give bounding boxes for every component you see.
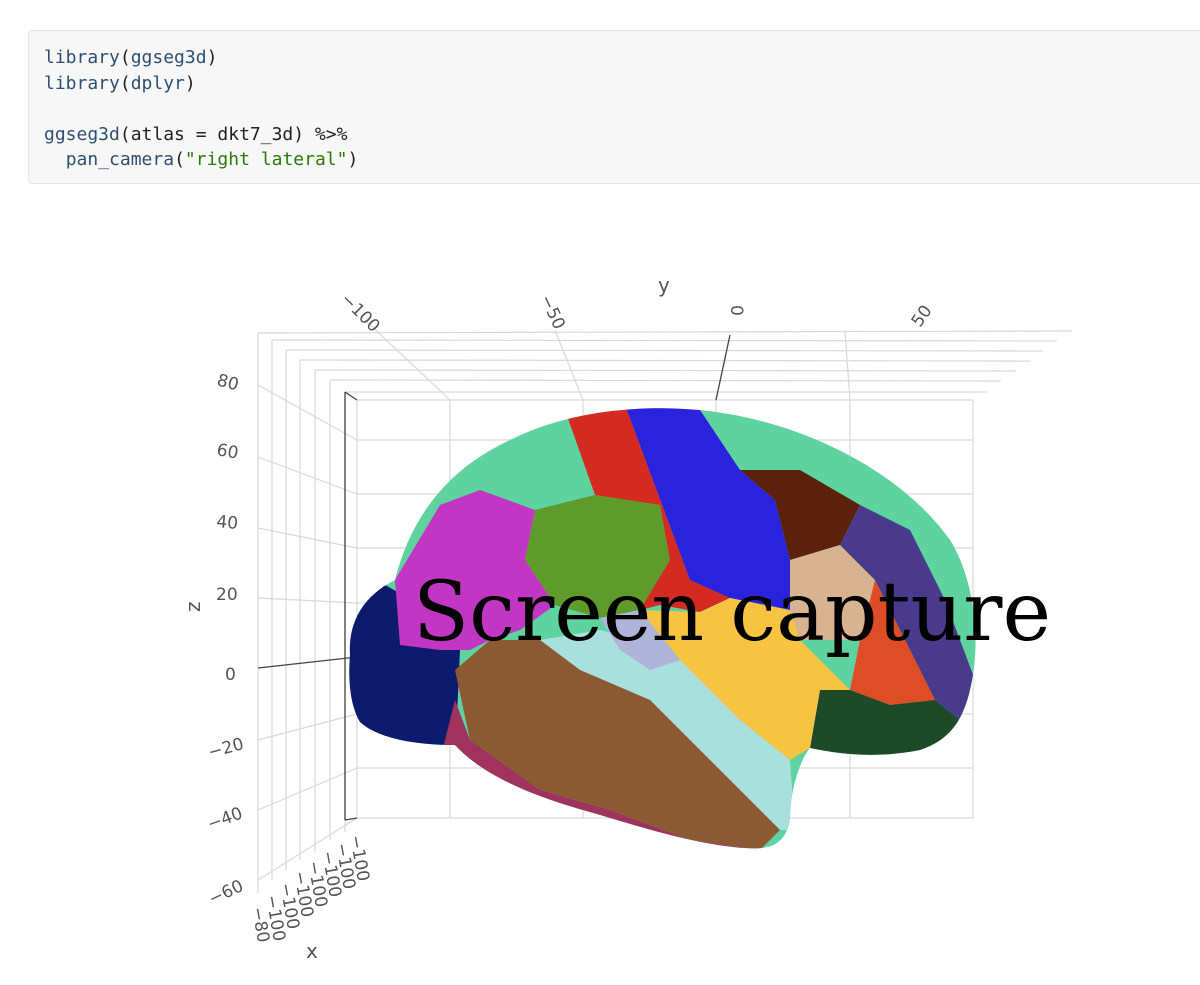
- code-paren: (: [174, 149, 185, 170]
- y-tick-label: −50: [535, 292, 568, 333]
- z-axis-ticks: 80 60 40 20 0 −20 −40 −60: [205, 371, 247, 910]
- z-tick-label: −20: [206, 734, 246, 763]
- code-text: library(ggseg3d) library(dplyr) ggseg3d(…: [29, 31, 1200, 173]
- code-string-right-lateral: "right lateral": [184, 149, 348, 170]
- y-tick-label: −100: [336, 289, 383, 336]
- z-axis-title: z: [181, 602, 205, 613]
- code-block: library(ggseg3d) library(dplyr) ggseg3d(…: [28, 30, 1200, 184]
- y-tick-label: 50: [908, 302, 937, 331]
- y-axis-title: y: [658, 273, 670, 297]
- plot-canvas[interactable]: −100 −50 0 50 y 80 60 40 20 0 −20 −40 −6…: [0, 190, 1200, 985]
- z-tick-label: −40: [205, 804, 246, 835]
- x-axis-title: x: [306, 939, 318, 963]
- z-tick-label: 60: [215, 440, 240, 463]
- code-fn-library-2: library: [44, 72, 120, 94]
- code-fn-pan-camera: pan_camera: [65, 149, 175, 170]
- y-axis-ticks: −100 −50 0 50: [336, 289, 936, 336]
- z-tick-label: −60: [206, 876, 247, 909]
- z-tick-label: 20: [216, 585, 238, 605]
- code-arg-ggseg3d: ggseg3d: [130, 47, 207, 68]
- code-paren: ): [206, 47, 218, 68]
- x-axis-ticks: −80 −100 −100 −100 −100 −100 −100 −100: [247, 833, 373, 944]
- code-fn-library-1: library: [44, 47, 120, 68]
- code-paren: (: [119, 47, 131, 68]
- code-arg-dplyr: dplyr: [130, 72, 185, 94]
- y-tick-label: 0: [726, 305, 746, 316]
- code-paren: ): [347, 149, 359, 170]
- screen-capture-overlay: Screen capture: [413, 565, 1051, 660]
- z-tick-label: 80: [215, 371, 241, 396]
- code-paren: ): [184, 72, 196, 94]
- code-fn-ggseg3d: ggseg3d: [44, 123, 120, 145]
- code-args-atlas: (atlas = dkt7_3d) %>%: [119, 123, 348, 145]
- code-paren: (: [119, 72, 131, 94]
- z-tick-label: 40: [216, 512, 239, 534]
- z-tick-label: 0: [225, 665, 236, 685]
- brain-3d-plot[interactable]: −100 −50 0 50 y 80 60 40 20 0 −20 −40 −6…: [0, 190, 1200, 985]
